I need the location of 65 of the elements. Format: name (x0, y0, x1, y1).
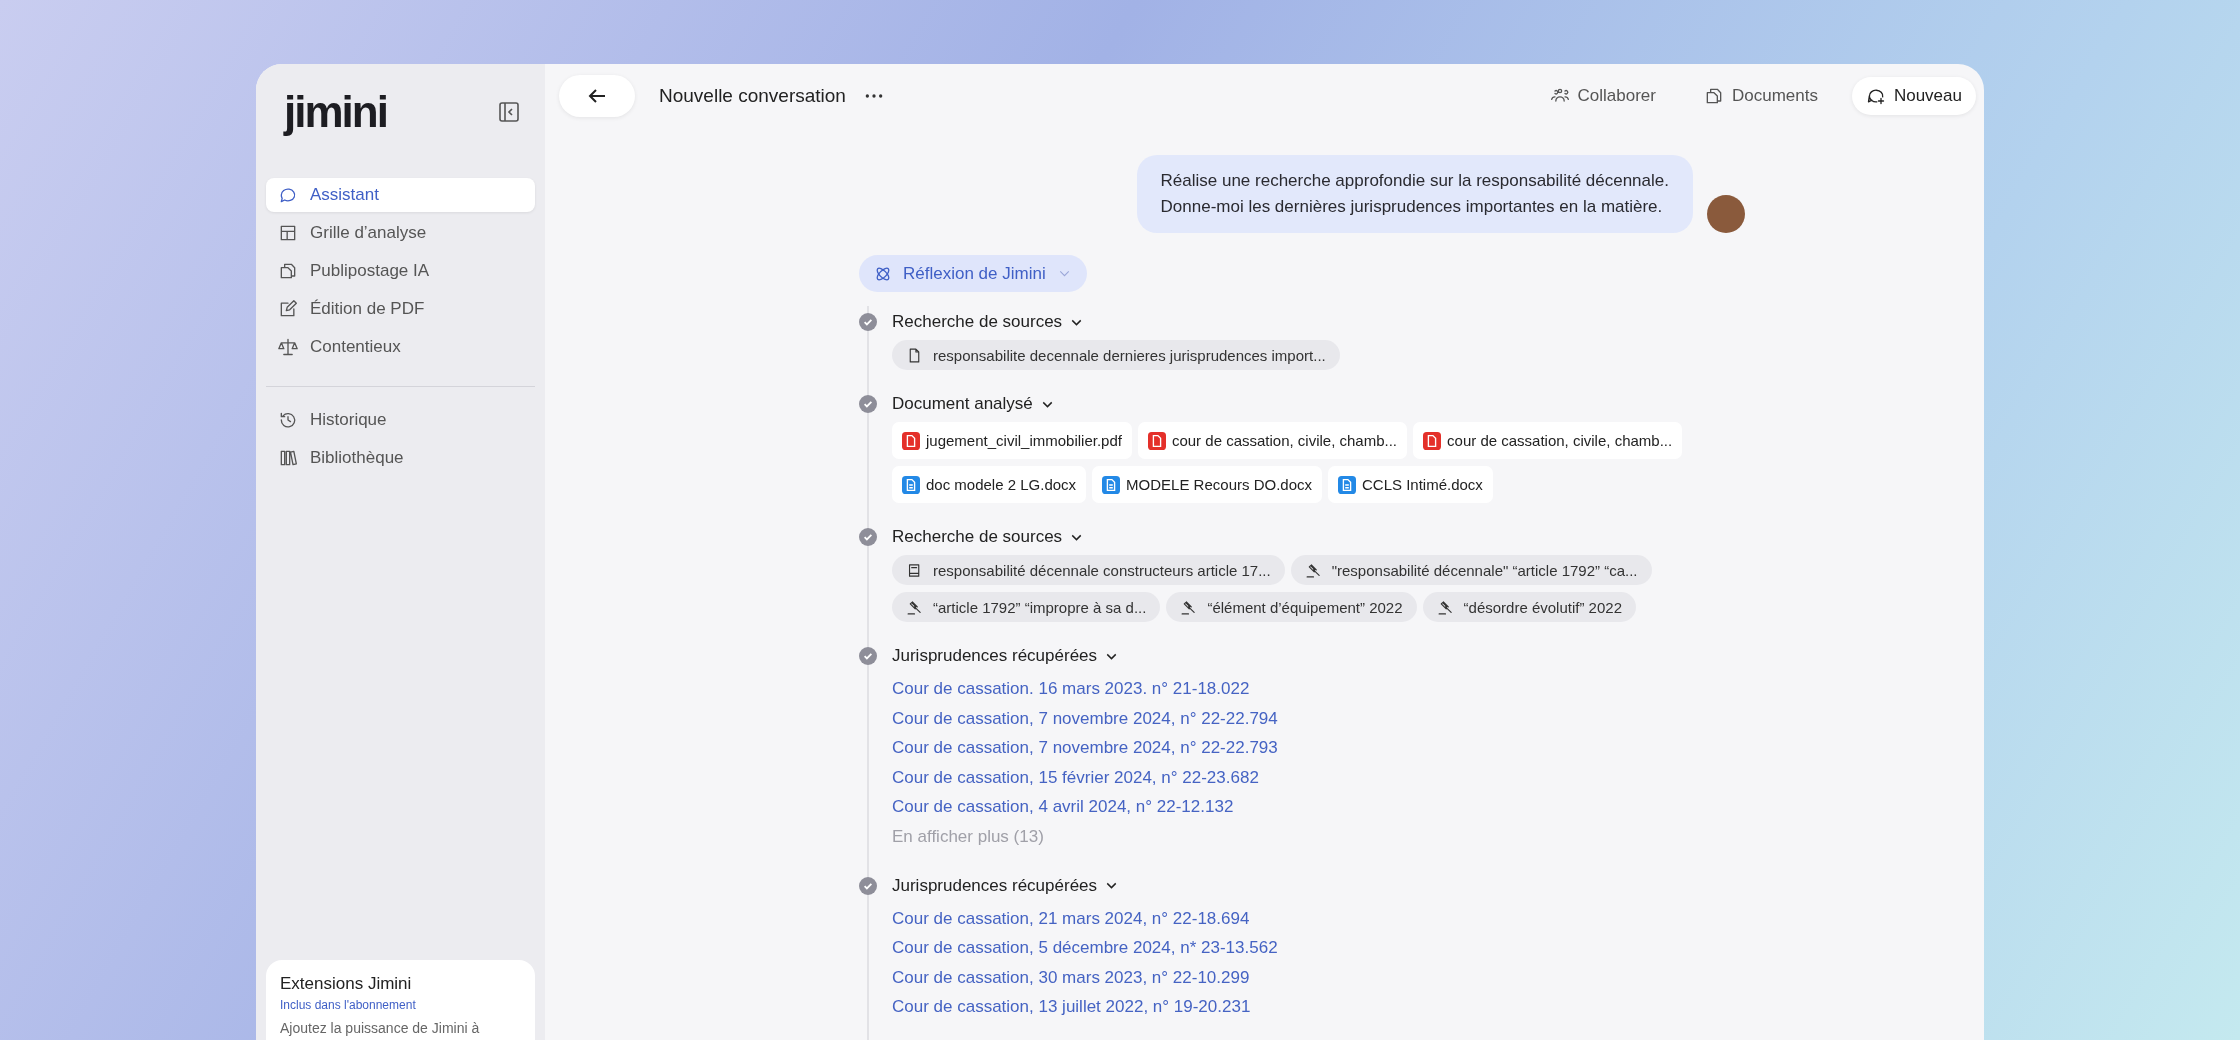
case-link[interactable]: Cour de cassation, 7 novembre 2024, n° 22-22.794 (892, 703, 1278, 734)
conversation-title: Nouvelle conversation (659, 84, 846, 107)
case-link[interactable]: Cour de cassation, 7 novembre 2024, n° 22-22.793 (892, 733, 1278, 763)
word-file-icon (1338, 475, 1356, 494)
action-button[interactable]: Collaborer (1535, 76, 1670, 115)
books-icon (278, 448, 298, 468)
file-chip[interactable]: cour de cassation, civile, chamb... (1413, 422, 1683, 460)
edit-icon (278, 299, 298, 319)
sidebar-item[interactable]: Contentieux (266, 330, 535, 364)
check-icon (859, 876, 877, 895)
case-link[interactable]: Cour de cassation, 15 février 2024, n° 22-23.682 (892, 762, 1259, 793)
case-link[interactable]: Cour de cassation, 21 mars 2024, n° 22-18.694 (892, 903, 1250, 934)
promo-subtitle: Inclus dans l'abonnement (280, 998, 417, 1012)
sidebar-item[interactable]: Bibliothèque (266, 441, 535, 475)
check-icon (859, 647, 877, 666)
scale-icon (278, 337, 298, 357)
more-icon[interactable] (863, 91, 884, 100)
reasoning-toggle[interactable]: Réflexion de Jimini (859, 255, 1087, 293)
action-button[interactable]: Documents (1689, 76, 1832, 115)
source-chip[interactable]: “désordre évolutif” 2022 (1422, 592, 1636, 623)
pdf-file-icon (1147, 431, 1166, 450)
message-line: Donne-moi les dernières jurisprudences importantes en la matière. (1160, 197, 1664, 218)
file-chip[interactable]: doc modele 2 LG.docx (892, 466, 1087, 504)
case-link[interactable]: Cour de cassation, 4 avril 2024, n° 22-12.132 (892, 792, 1234, 823)
source-chip[interactable]: "responsabilité décennale" “article 1792” “ca... (1290, 555, 1652, 586)
sidebar-collapse-icon[interactable] (497, 100, 521, 124)
file-chip[interactable]: CCLS Intimé.docx (1328, 466, 1493, 504)
file-chip[interactable]: jugement_civil_immobilier.pdf (892, 422, 1132, 460)
word-file-icon (1102, 475, 1121, 494)
sidebar-item[interactable]: Historique (266, 403, 535, 437)
case-link[interactable]: Cour de cassation, 30 mars 2023, n° 22-10.299 (892, 962, 1250, 993)
promo-text: Ajoutez la puissance de Jimini à (280, 1020, 481, 1036)
logo: jimini (284, 87, 387, 137)
sidebar-item[interactable]: Assistant (266, 178, 535, 212)
step-header[interactable]: Jurisprudences récupérées (892, 644, 1121, 669)
action-button[interactable]: Nouveau (1851, 76, 1976, 115)
pdf-file-icon (1423, 431, 1442, 450)
step-header[interactable]: Jurisprudences récupérées (892, 873, 1121, 898)
user-avatar (1707, 195, 1745, 234)
step-header[interactable]: Recherche de sources (892, 525, 1086, 550)
case-link[interactable]: Cour de cassation, 5 décembre 2024, n* 23-13.562 (892, 933, 1278, 963)
source-chip[interactable]: “élément d’équipement” 2022 (1166, 592, 1417, 623)
pdf-file-icon (902, 431, 920, 450)
file-chip[interactable]: cour de cassation, civile, chamb... (1137, 422, 1408, 460)
speech-bubble-icon (278, 185, 298, 205)
check-icon (859, 313, 877, 332)
step-header[interactable]: Recherche de sources (892, 310, 1086, 335)
sidebar-item[interactable]: Édition de PDF (266, 292, 535, 326)
case-link[interactable]: Cour de cassation, 13 juillet 2022, n° 19-20.231 (892, 992, 1251, 1022)
check-icon (859, 528, 877, 547)
sidebar-item[interactable]: Grille d’analyse (266, 216, 535, 250)
check-icon (859, 395, 877, 414)
history-icon (278, 410, 298, 430)
copy-icon (278, 261, 298, 281)
source-chip[interactable]: responsabilite decennale dernieres jurisprudences import... (892, 340, 1340, 371)
source-chip[interactable]: responsabilité décennale constructeurs article 17... (892, 555, 1285, 586)
table-icon (278, 223, 298, 243)
step-header[interactable]: Document analysé (892, 392, 1056, 417)
file-chip[interactable]: MODELE Recours DO.docx (1092, 466, 1322, 504)
message-line: Réalise une recherche approfondie sur la responsabilité décennale. (1160, 171, 1669, 192)
source-chip[interactable]: “article 1792” “impropre à sa d... (892, 592, 1161, 623)
case-link[interactable]: Cour de cassation. 16 mars 2023. n° 21-18.022 (892, 674, 1250, 704)
word-file-icon (902, 475, 920, 494)
promo-title: Extensions Jimini (280, 974, 413, 994)
sidebar-item[interactable]: Publipostage IA (266, 254, 535, 288)
